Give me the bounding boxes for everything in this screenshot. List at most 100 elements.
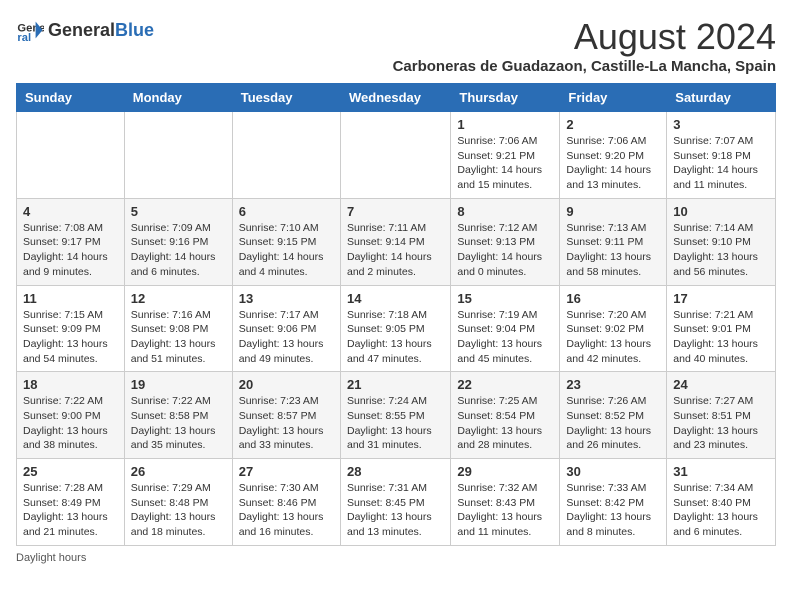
day-number: 6 — [239, 204, 334, 219]
calendar-day-cell: 1Sunrise: 7:06 AMSunset: 9:21 PMDaylight… — [451, 112, 560, 199]
day-info: Sunrise: 7:24 AMSunset: 8:55 PMDaylight:… — [347, 394, 444, 453]
day-info: Sunrise: 7:32 AMSunset: 8:43 PMDaylight:… — [457, 481, 553, 540]
calendar-day-cell: 5 Sunrise: 7:09 AMSunset: 9:16 PMDaylight… — [124, 198, 232, 285]
day-info: Sunrise: 7:20 AMSunset: 9:02 PMDaylight:… — [566, 308, 660, 367]
calendar-day-cell: 26 Sunrise: 7:29 AMSunset: 8:48 PMDayligh… — [124, 459, 232, 546]
calendar-day-cell: 14Sunrise: 7:18 AMSunset: 9:05 PMDayligh… — [340, 285, 450, 372]
day-of-week-header: Saturday — [667, 84, 776, 112]
calendar-day-cell: 16 Sunrise: 7:20 AMSunset: 9:02 PMDayligh… — [560, 285, 667, 372]
calendar-day-cell: 27 Sunrise: 7:30 AMSunset: 8:46 PMDayligh… — [232, 459, 340, 546]
location-subtitle: Carboneras de Guadazaon, Castille-La Man… — [393, 58, 776, 75]
day-info: Sunrise: 7:26 AMSunset: 8:52 PMDaylight:… — [566, 394, 660, 453]
day-info: Sunrise: 7:15 AMSunset: 9:09 PMDaylight:… — [23, 308, 118, 367]
logo: Gene ral GeneralBlue — [16, 16, 154, 44]
day-info: Sunrise: 7:10 AMSunset: 9:15 PMDaylight:… — [239, 221, 334, 280]
day-info: Sunrise: 7:22 AMSunset: 9:00 PMDaylight:… — [23, 394, 118, 453]
day-info: Sunrise: 7:12 AMSunset: 9:13 PMDaylight:… — [457, 221, 553, 280]
calendar-week-row: 11 Sunrise: 7:15 AMSunset: 9:09 PMDayligh… — [17, 285, 776, 372]
day-number: 21 — [347, 377, 444, 392]
day-info: Sunrise: 7:33 AMSunset: 8:42 PMDaylight:… — [566, 481, 660, 540]
day-number: 10 — [673, 204, 769, 219]
day-number: 11 — [23, 291, 118, 306]
logo-general-text: General — [48, 20, 115, 41]
day-number: 25 — [23, 464, 118, 479]
day-number: 27 — [239, 464, 334, 479]
calendar-day-cell: 22 Sunrise: 7:25 AMSunset: 8:54 PMDayligh… — [451, 372, 560, 459]
day-number: 9 — [566, 204, 660, 219]
day-info: Sunrise: 7:34 AMSunset: 8:40 PMDaylight:… — [673, 481, 769, 540]
day-number: 8 — [457, 204, 553, 219]
day-info: Sunrise: 7:16 AMSunset: 9:08 PMDaylight:… — [131, 308, 226, 367]
calendar-day-cell — [17, 112, 125, 199]
day-number: 19 — [131, 377, 226, 392]
day-info: Sunrise: 7:13 AMSunset: 9:11 PMDaylight:… — [566, 221, 660, 280]
day-info: Sunrise: 7:08 AMSunset: 9:17 PMDaylight:… — [23, 221, 118, 280]
calendar-day-cell — [124, 112, 232, 199]
calendar-header-row: SundayMondayTuesdayWednesdayThursdayFrid… — [17, 84, 776, 112]
day-info: Sunrise: 7:29 AMSunset: 8:48 PMDaylight:… — [131, 481, 226, 540]
day-info: Sunrise: 7:09 AMSunset: 9:16 PMDaylight:… — [131, 221, 226, 280]
calendar-day-cell — [340, 112, 450, 199]
day-number: 5 — [131, 204, 226, 219]
calendar-day-cell: 11 Sunrise: 7:15 AMSunset: 9:09 PMDayligh… — [17, 285, 125, 372]
calendar-day-cell: 23 Sunrise: 7:26 AMSunset: 8:52 PMDayligh… — [560, 372, 667, 459]
calendar-day-cell: 28 Sunrise: 7:31 AMSunset: 8:45 PMDayligh… — [340, 459, 450, 546]
day-info: Sunrise: 7:31 AMSunset: 8:45 PMDaylight:… — [347, 481, 444, 540]
calendar-day-cell: 12 Sunrise: 7:16 AMSunset: 9:08 PMDayligh… — [124, 285, 232, 372]
day-info: Sunrise: 7:28 AMSunset: 8:49 PMDaylight:… — [23, 481, 118, 540]
day-number: 23 — [566, 377, 660, 392]
day-number: 31 — [673, 464, 769, 479]
calendar-week-row: 25 Sunrise: 7:28 AMSunset: 8:49 PMDayligh… — [17, 459, 776, 546]
day-number: 14 — [347, 291, 444, 306]
calendar-day-cell: 2 Sunrise: 7:06 AMSunset: 9:20 PMDaylight… — [560, 112, 667, 199]
calendar-week-row: 18 Sunrise: 7:22 AMSunset: 9:00 PMDayligh… — [17, 372, 776, 459]
day-of-week-header: Wednesday — [340, 84, 450, 112]
calendar-week-row: 4 Sunrise: 7:08 AMSunset: 9:17 PMDaylight… — [17, 198, 776, 285]
calendar-day-cell: 6 Sunrise: 7:10 AMSunset: 9:15 PMDaylight… — [232, 198, 340, 285]
day-info: Sunrise: 7:06 AMSunset: 9:20 PMDaylight:… — [566, 134, 660, 193]
calendar-day-cell: 10 Sunrise: 7:14 AMSunset: 9:10 PMDayligh… — [667, 198, 776, 285]
day-number: 1 — [457, 117, 553, 132]
day-number: 16 — [566, 291, 660, 306]
day-number: 18 — [23, 377, 118, 392]
day-info: Sunrise: 7:23 AMSunset: 8:57 PMDaylight:… — [239, 394, 334, 453]
day-number: 4 — [23, 204, 118, 219]
day-number: 30 — [566, 464, 660, 479]
calendar-week-row: 1Sunrise: 7:06 AMSunset: 9:21 PMDaylight… — [17, 112, 776, 199]
day-info: Sunrise: 7:07 AMSunset: 9:18 PMDaylight:… — [673, 134, 769, 193]
calendar-day-cell — [232, 112, 340, 199]
calendar-day-cell: 19Sunrise: 7:22 AMSunset: 8:58 PMDayligh… — [124, 372, 232, 459]
calendar-day-cell: 29 Sunrise: 7:32 AMSunset: 8:43 PMDayligh… — [451, 459, 560, 546]
day-number: 24 — [673, 377, 769, 392]
calendar-day-cell: 21 Sunrise: 7:24 AMSunset: 8:55 PMDayligh… — [340, 372, 450, 459]
day-of-week-header: Tuesday — [232, 84, 340, 112]
day-number: 28 — [347, 464, 444, 479]
day-number: 3 — [673, 117, 769, 132]
day-number: 15 — [457, 291, 553, 306]
calendar-day-cell: 20Sunrise: 7:23 AMSunset: 8:57 PMDayligh… — [232, 372, 340, 459]
day-number: 2 — [566, 117, 660, 132]
day-of-week-header: Monday — [124, 84, 232, 112]
day-number: 26 — [131, 464, 226, 479]
day-number: 22 — [457, 377, 553, 392]
calendar-day-cell: 3 Sunrise: 7:07 AMSunset: 9:18 PMDaylight… — [667, 112, 776, 199]
calendar-table: SundayMondayTuesdayWednesdayThursdayFrid… — [16, 83, 776, 546]
calendar-day-cell: 8 Sunrise: 7:12 AMSunset: 9:13 PMDaylight… — [451, 198, 560, 285]
day-number: 12 — [131, 291, 226, 306]
day-info: Sunrise: 7:30 AMSunset: 8:46 PMDaylight:… — [239, 481, 334, 540]
svg-text:ral: ral — [17, 32, 31, 44]
day-number: 29 — [457, 464, 553, 479]
day-info: Sunrise: 7:21 AMSunset: 9:01 PMDaylight:… — [673, 308, 769, 367]
day-info: Sunrise: 7:25 AMSunset: 8:54 PMDaylight:… — [457, 394, 553, 453]
day-number: 17 — [673, 291, 769, 306]
calendar-day-cell: 24Sunrise: 7:27 AMSunset: 8:51 PMDayligh… — [667, 372, 776, 459]
day-of-week-header: Friday — [560, 84, 667, 112]
day-info: Sunrise: 7:14 AMSunset: 9:10 PMDaylight:… — [673, 221, 769, 280]
day-number: 7 — [347, 204, 444, 219]
day-of-week-header: Thursday — [451, 84, 560, 112]
calendar-day-cell: 9 Sunrise: 7:13 AMSunset: 9:11 PMDaylight… — [560, 198, 667, 285]
logo-icon: Gene ral — [16, 16, 44, 44]
day-number: 13 — [239, 291, 334, 306]
day-info: Sunrise: 7:11 AMSunset: 9:14 PMDaylight:… — [347, 221, 444, 280]
calendar-day-cell: 15Sunrise: 7:19 AMSunset: 9:04 PMDayligh… — [451, 285, 560, 372]
